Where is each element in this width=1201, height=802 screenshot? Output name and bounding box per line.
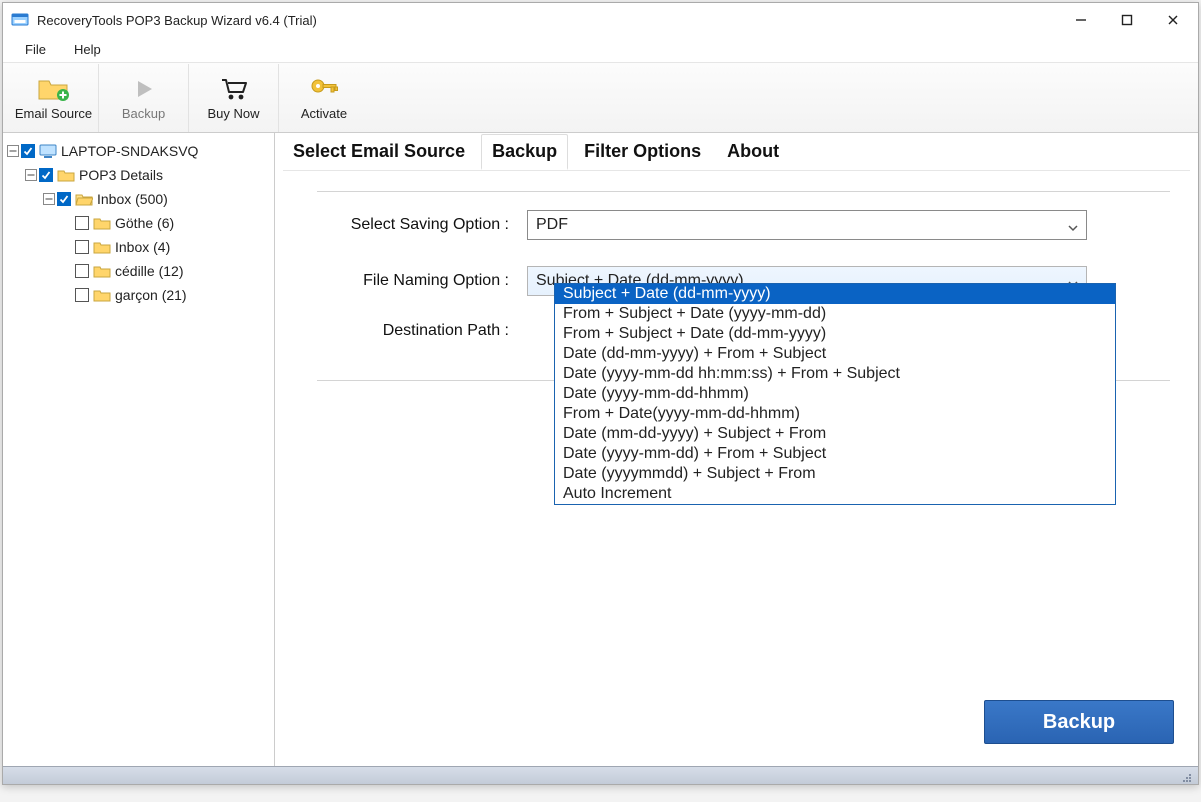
dropdown-option[interactable]: Date (yyyymmdd) + Subject + From	[555, 464, 1115, 484]
folder-icon	[93, 239, 111, 255]
tree-child[interactable]: Inbox (4)	[3, 235, 274, 259]
toolbar: Email Source Backup Buy Now Activate	[3, 63, 1198, 133]
toolbar-activate-label: Activate	[301, 106, 347, 121]
tab-bar: Select Email Source Backup Filter Option…	[283, 133, 1190, 171]
dropdown-option[interactable]: Subject + Date (dd-mm-yyyy)	[555, 284, 1115, 304]
tree-root-label: LAPTOP-SNDAKSVQ	[61, 143, 198, 159]
saving-option-value: PDF	[536, 216, 568, 234]
folder-open-icon	[75, 191, 93, 207]
tree-child-label: Inbox (4)	[115, 239, 170, 255]
tree-child[interactable]: garçon (21)	[3, 283, 274, 307]
minimize-button[interactable]	[1058, 3, 1104, 37]
separator	[317, 191, 1170, 192]
toolbar-backup-label: Backup	[122, 106, 165, 121]
leaf-spacer	[61, 241, 73, 253]
toolbar-email-source-label: Email Source	[15, 106, 92, 121]
toolbar-backup[interactable]: Backup	[99, 64, 189, 132]
titlebar: RecoveryTools POP3 Backup Wizard v6.4 (T…	[3, 3, 1198, 37]
body: LAPTOP-SNDAKSVQ POP3 Details Inbox (500)…	[3, 133, 1198, 766]
key-icon	[307, 74, 341, 104]
destination-path-label: Destination Path :	[317, 322, 527, 340]
dropdown-option[interactable]: From + Subject + Date (dd-mm-yyyy)	[555, 324, 1115, 344]
window-title: RecoveryTools POP3 Backup Wizard v6.4 (T…	[37, 13, 317, 28]
main-window: RecoveryTools POP3 Backup Wizard v6.4 (T…	[2, 2, 1199, 785]
collapse-icon[interactable]	[43, 193, 55, 205]
checkbox[interactable]	[75, 216, 89, 230]
tree-child[interactable]: Göthe (6)	[3, 211, 274, 235]
tree-pop3-label: POP3 Details	[79, 167, 163, 183]
checkbox[interactable]	[75, 264, 89, 278]
saving-option-row: Select Saving Option : PDF	[317, 210, 1170, 240]
toolbar-activate[interactable]: Activate	[279, 64, 369, 132]
folder-add-icon	[37, 74, 71, 104]
statusbar	[3, 766, 1198, 784]
tree-child-label: garçon (21)	[115, 287, 187, 303]
folder-icon	[93, 263, 111, 279]
checkbox[interactable]	[75, 288, 89, 302]
play-icon	[127, 74, 161, 104]
tree-child[interactable]: cédille (12)	[3, 259, 274, 283]
folder-icon	[93, 287, 111, 303]
menu-file[interactable]: File	[11, 39, 60, 60]
tab-backup[interactable]: Backup	[481, 134, 568, 170]
checkbox[interactable]	[57, 192, 71, 206]
resize-grip-icon[interactable]	[1180, 770, 1192, 782]
backup-button-label: Backup	[1043, 711, 1115, 734]
tree-child-label: Göthe (6)	[115, 215, 174, 231]
folder-icon	[57, 167, 75, 183]
checkbox[interactable]	[39, 168, 53, 182]
dropdown-option[interactable]: Date (dd-mm-yyyy) + From + Subject	[555, 344, 1115, 364]
toolbar-buy-now-label: Buy Now	[207, 106, 259, 121]
toolbar-buy-now[interactable]: Buy Now	[189, 64, 279, 132]
leaf-spacer	[61, 217, 73, 229]
tree-root[interactable]: LAPTOP-SNDAKSVQ	[3, 139, 274, 163]
chevron-down-icon	[1068, 220, 1078, 230]
app-icon	[11, 11, 29, 29]
checkbox[interactable]	[21, 144, 35, 158]
tree-inbox[interactable]: Inbox (500)	[3, 187, 274, 211]
dropdown-option[interactable]: Date (yyyy-mm-dd hh:mm:ss) + From + Subj…	[555, 364, 1115, 384]
tab-select-email-source[interactable]: Select Email Source	[283, 135, 475, 168]
backup-button[interactable]: Backup	[984, 700, 1174, 744]
maximize-button[interactable]	[1104, 3, 1150, 37]
computer-icon	[39, 143, 57, 159]
dropdown-option[interactable]: Auto Increment	[555, 484, 1115, 504]
naming-option-label: File Naming Option :	[317, 272, 527, 290]
saving-option-label: Select Saving Option :	[317, 216, 527, 234]
collapse-icon[interactable]	[7, 145, 19, 157]
tab-about[interactable]: About	[717, 135, 789, 168]
tree-inbox-label: Inbox (500)	[97, 191, 168, 207]
tree-child-label: cédille (12)	[115, 263, 183, 279]
dropdown-option[interactable]: Date (yyyy-mm-dd-hhmm)	[555, 384, 1115, 404]
folder-icon	[93, 215, 111, 231]
checkbox[interactable]	[75, 240, 89, 254]
cart-icon	[217, 74, 251, 104]
folder-tree: LAPTOP-SNDAKSVQ POP3 Details Inbox (500)…	[3, 133, 275, 766]
dropdown-option[interactable]: From + Subject + Date (yyyy-mm-dd)	[555, 304, 1115, 324]
menu-help[interactable]: Help	[60, 39, 115, 60]
leaf-spacer	[61, 289, 73, 301]
tree-pop3[interactable]: POP3 Details	[3, 163, 274, 187]
close-button[interactable]	[1150, 3, 1196, 37]
toolbar-email-source[interactable]: Email Source	[9, 64, 99, 132]
leaf-spacer	[61, 265, 73, 277]
dropdown-option[interactable]: Date (mm-dd-yyyy) + Subject + From	[555, 424, 1115, 444]
saving-option-select[interactable]: PDF	[527, 210, 1087, 240]
dropdown-option[interactable]: Date (yyyy-mm-dd) + From + Subject	[555, 444, 1115, 464]
collapse-icon[interactable]	[25, 169, 37, 181]
dropdown-option[interactable]: From + Date(yyyy-mm-dd-hhmm)	[555, 404, 1115, 424]
main-panel: Select Email Source Backup Filter Option…	[275, 133, 1198, 766]
menubar: File Help	[3, 37, 1198, 63]
tab-filter-options[interactable]: Filter Options	[574, 135, 711, 168]
naming-option-dropdown: Subject + Date (dd-mm-yyyy) From + Subje…	[554, 283, 1116, 505]
